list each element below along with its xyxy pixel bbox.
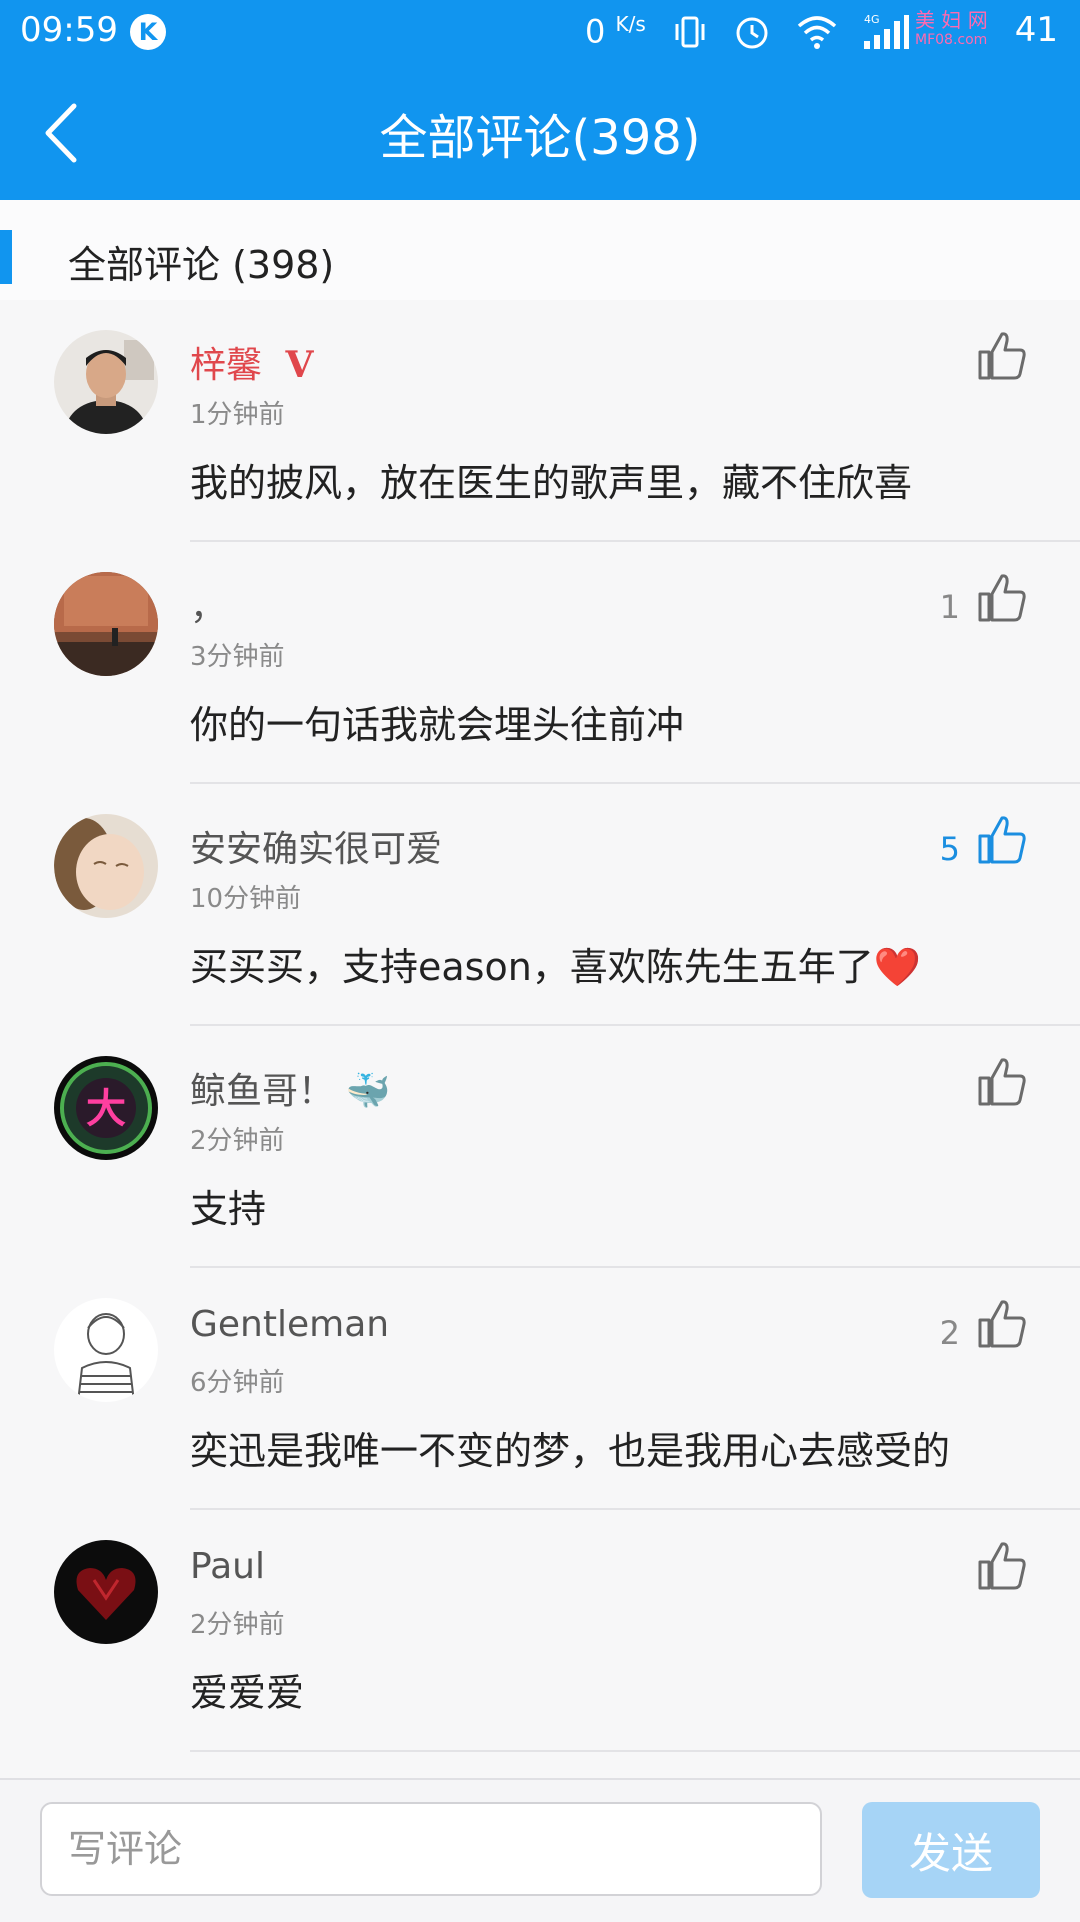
- svg-text:4G: 4G: [864, 13, 880, 26]
- watermark: 美 妇 网 MF08.com: [915, 8, 988, 48]
- avatar[interactable]: [54, 1298, 158, 1402]
- comment-time: 2分钟前: [190, 1126, 285, 1156]
- status-bar: 09:59 K 0 K/s 4G 美 妇 网 MF08.com 41: [0, 0, 1080, 66]
- section-header: 全部评论 (398): [0, 200, 1080, 300]
- comment-item: 安安确实很可爱 10分钟前 5 买买买，支持eason，喜欢陈先生五年了❤️: [0, 784, 1080, 1026]
- thumbs-up-icon: [978, 1058, 1026, 1106]
- like-button[interactable]: [976, 572, 1028, 624]
- send-button[interactable]: 发送: [862, 1802, 1040, 1898]
- comment-input[interactable]: [40, 1802, 822, 1896]
- comment-author[interactable]: Paul: [190, 1546, 265, 1587]
- k-app-icon: K: [130, 14, 166, 50]
- comment-item: 梓馨 V 1分钟前 我的披风，放在医生的歌声里，藏不住欣喜: [0, 300, 1080, 542]
- net-speed-unit: K/s: [615, 12, 646, 36]
- page-title: 全部评论(398): [379, 110, 701, 166]
- comment-text: 支持: [190, 1187, 267, 1231]
- comment-author[interactable]: 安安确实很可爱: [190, 820, 442, 872]
- thumbs-up-icon: [978, 816, 1026, 864]
- like-button[interactable]: [976, 1540, 1028, 1592]
- comment-text: 你的一句话我就会埋头往前冲: [190, 703, 685, 747]
- comment-text: 买买买，支持eason，喜欢陈先生五年了❤️: [190, 945, 922, 989]
- comment-item: Gentleman 6分钟前 2 奕迅是我唯一不变的梦，也是我用心去感受的: [0, 1268, 1080, 1510]
- comment-list: 梓馨 V 1分钟前 我的披风，放在医生的歌声里，藏不住欣喜 ， 3分钟前 1 你…: [0, 300, 1080, 1752]
- comment-item: Paul 2分钟前 爱爱爱: [0, 1510, 1080, 1752]
- battery-level: 41: [1014, 10, 1058, 50]
- like-button[interactable]: [976, 1056, 1028, 1108]
- comment-time: 3分钟前: [190, 642, 285, 672]
- thumbs-up-icon: [978, 332, 1026, 380]
- comment-item: 大 鲸鱼哥！ 🐳 2分钟前 支持: [0, 1026, 1080, 1268]
- signal-4g-icon: 4G: [864, 13, 909, 49]
- thumbs-up-icon: [978, 574, 1026, 622]
- svg-text:大: 大: [86, 1086, 126, 1132]
- net-speed: 0 K/s: [585, 12, 646, 51]
- comment-time: 2分钟前: [190, 1610, 285, 1640]
- thumbs-up-icon: [978, 1542, 1026, 1590]
- alarm-icon: [736, 17, 768, 49]
- comment-text: 我的披风，放在医生的歌声里，藏不住欣喜: [190, 461, 913, 505]
- net-speed-value: 0: [585, 12, 606, 51]
- app-header: 09:59 K 0 K/s 4G 美 妇 网 MF08.com 41 全部评论(…: [0, 0, 1080, 200]
- section-accent-bar: [0, 230, 12, 284]
- avatar[interactable]: [54, 330, 158, 434]
- comment-time: 10分钟前: [190, 884, 302, 914]
- avatar[interactable]: [54, 1540, 158, 1644]
- divider: [190, 1750, 1080, 1752]
- vibrate-icon: [675, 16, 705, 48]
- vip-badge-icon: V: [285, 344, 314, 386]
- status-icons: 4G: [672, 12, 910, 52]
- like-count: 1: [939, 588, 960, 626]
- thumbs-up-icon: [978, 1300, 1026, 1348]
- comment-text: 爱爱爱: [190, 1671, 305, 1715]
- comment-composer: 发送: [0, 1778, 1080, 1922]
- comment-author[interactable]: Gentleman: [190, 1304, 389, 1345]
- comment-text: 奕迅是我唯一不变的梦，也是我用心去感受的: [190, 1429, 951, 1473]
- avatar[interactable]: [54, 572, 158, 676]
- comment-author[interactable]: ，: [190, 578, 226, 630]
- like-count: 5: [939, 830, 960, 868]
- like-button[interactable]: [976, 814, 1028, 866]
- status-time: 09:59: [20, 10, 118, 50]
- comment-author[interactable]: 梓馨 V: [190, 336, 313, 388]
- like-button[interactable]: [976, 330, 1028, 382]
- like-count: 2: [939, 1314, 960, 1352]
- comment-author[interactable]: 鲸鱼哥！ 🐳: [190, 1062, 390, 1114]
- wifi-icon: [797, 16, 837, 49]
- section-label: 全部评论 (398): [68, 243, 335, 287]
- comment-time: 6分钟前: [190, 1368, 285, 1398]
- comment-item: ， 3分钟前 1 你的一句话我就会埋头往前冲: [0, 542, 1080, 784]
- comment-time: 1分钟前: [190, 400, 285, 430]
- avatar[interactable]: 大: [54, 1056, 158, 1160]
- avatar[interactable]: [54, 814, 158, 918]
- like-button[interactable]: [976, 1298, 1028, 1350]
